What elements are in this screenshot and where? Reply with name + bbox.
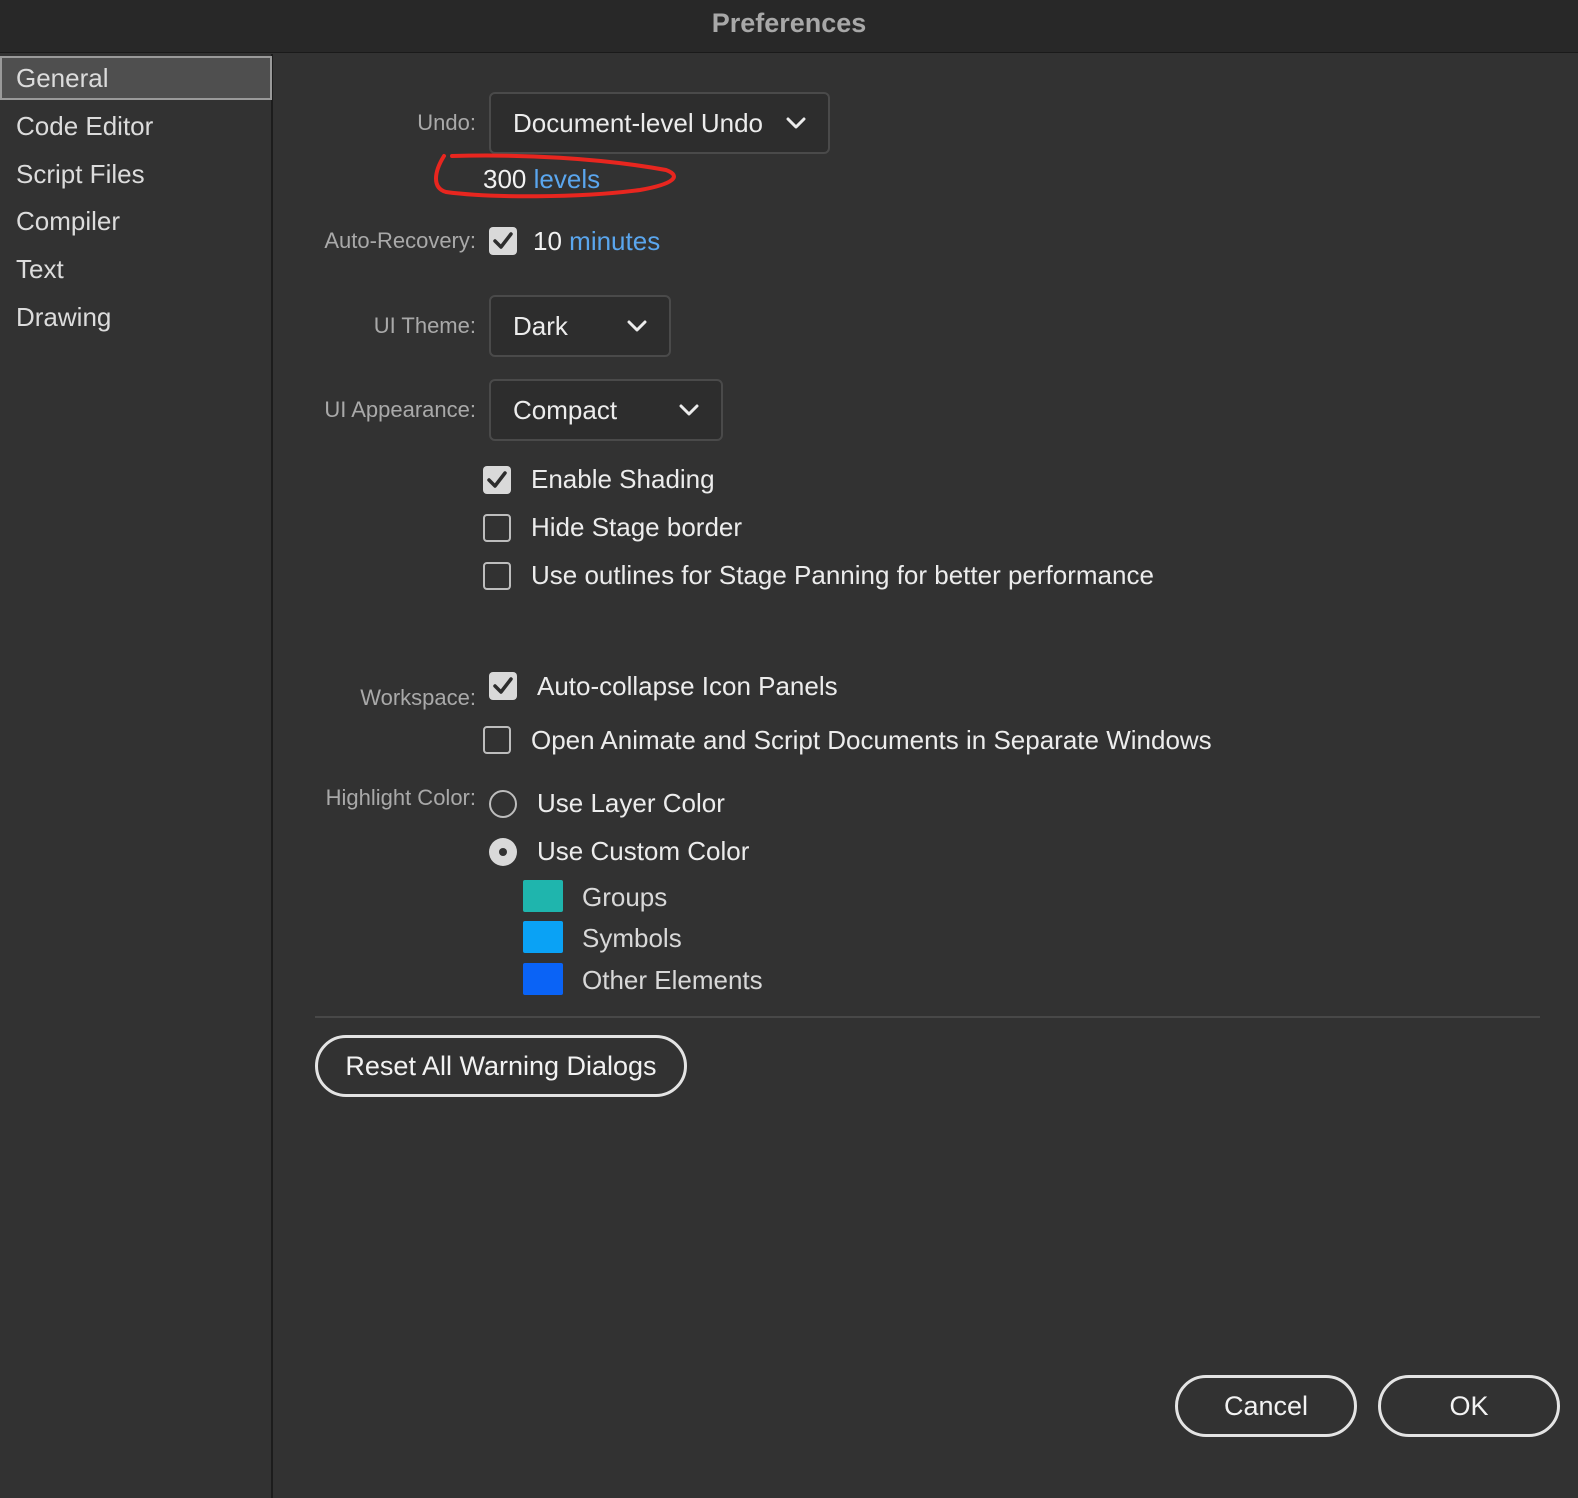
separate-windows-checkbox[interactable] [483,726,511,754]
enable-shading-label[interactable]: Enable Shading [531,464,715,495]
symbols-color-label: Symbols [582,923,682,953]
use-custom-color-radio[interactable] [489,838,517,866]
stage-panning-outlines-checkbox[interactable] [483,562,511,590]
auto-recovery-value[interactable]: 10 [533,226,562,256]
ok-button[interactable]: OK [1378,1375,1560,1437]
title-bar: Preferences [0,0,1578,53]
other-elements-color-swatch[interactable] [523,963,563,995]
checkmark-icon [487,471,507,488]
checkmark-icon [493,677,513,694]
ui-theme-dropdown-value: Dark [513,311,568,341]
ui-appearance-dropdown-value: Compact [513,395,618,425]
reset-warning-dialogs-button[interactable]: Reset All Warning Dialogs [315,1035,687,1097]
ui-appearance-label: UI Appearance: [324,397,476,422]
hide-stage-border-label[interactable]: Hide Stage border [531,512,742,543]
cancel-button[interactable]: Cancel [1175,1375,1357,1437]
auto-recovery-unit: minutes [569,226,661,256]
symbols-color-swatch[interactable] [523,921,563,953]
section-divider [315,1016,1540,1018]
auto-collapse-icon-panels-checkbox[interactable] [489,672,517,700]
ui-theme-label: UI Theme: [373,313,476,338]
undo-dropdown-value: Document-level Undo [513,108,764,138]
sidebar-item-code-editor[interactable]: Code Editor [16,108,153,144]
ui-appearance-dropdown[interactable]: Compact [489,379,723,441]
red-annotation-circle [434,153,676,199]
ui-theme-dropdown[interactable]: Dark [489,295,671,357]
auto-recovery-checkbox[interactable] [489,227,517,255]
groups-color-label: Groups [582,882,668,912]
sidebar-item-script-files[interactable]: Script Files [16,156,145,192]
sidebar-item-text[interactable]: Text [16,251,64,287]
highlight-color-label: Highlight Color: [325,785,476,810]
use-layer-color-label[interactable]: Use Layer Color [537,788,725,819]
window-title: Preferences [711,8,867,38]
stage-panning-outlines-label[interactable]: Use outlines for Stage Panning for bette… [531,560,1154,591]
auto-recovery-label: Auto-Recovery: [324,228,476,253]
sidebar-item-drawing[interactable]: Drawing [16,299,111,335]
auto-collapse-icon-panels-label[interactable]: Auto-collapse Icon Panels [537,671,838,702]
preferences-sidebar: General Code Editor Script Files Compile… [0,54,273,1498]
other-elements-color-label: Other Elements [582,965,763,995]
workspace-label: Workspace: [360,685,476,710]
hide-stage-border-checkbox[interactable] [483,514,511,542]
chevron-down-icon [786,117,806,129]
use-custom-color-label[interactable]: Use Custom Color [537,836,749,867]
auto-recovery-interval: 10 minutes [533,226,660,257]
checkmark-icon [493,232,513,249]
undo-label: Undo: [417,110,476,135]
undo-dropdown[interactable]: Document-level Undo [489,92,830,154]
separate-windows-label[interactable]: Open Animate and Script Documents in Sep… [531,725,1212,756]
sidebar-item-general[interactable]: General [16,60,109,96]
use-layer-color-radio[interactable] [489,790,517,818]
chevron-down-icon [627,320,647,332]
groups-color-swatch[interactable] [523,880,563,912]
enable-shading-checkbox[interactable] [483,466,511,494]
sidebar-item-compiler[interactable]: Compiler [16,203,120,239]
chevron-down-icon [679,404,699,416]
